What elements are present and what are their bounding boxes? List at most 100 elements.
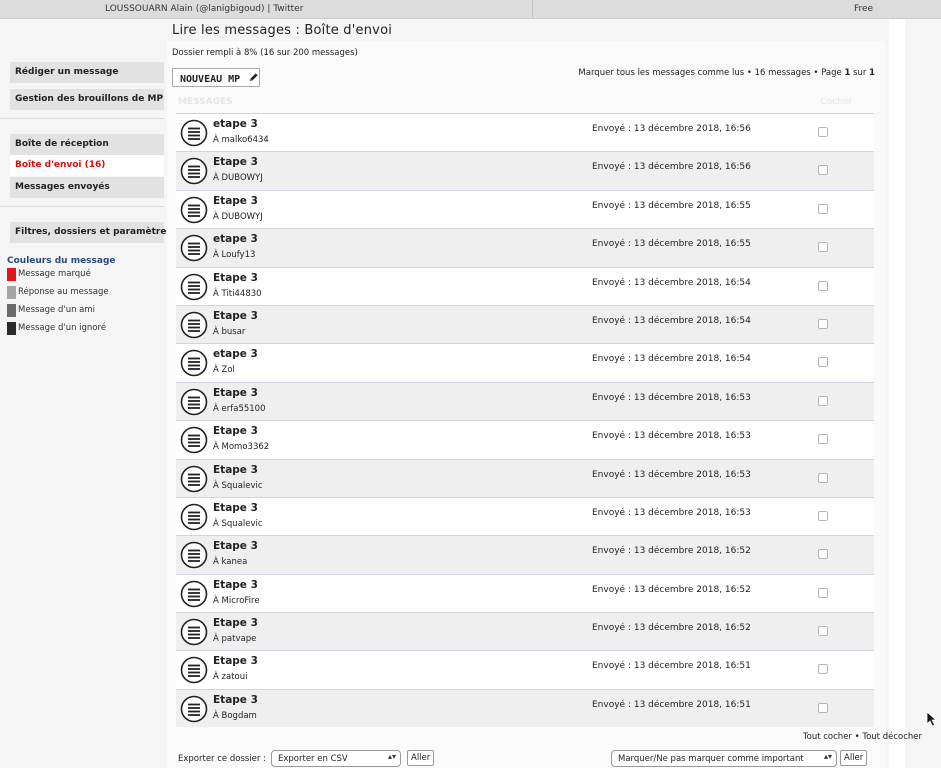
message-select-checkbox[interactable]	[818, 549, 828, 560]
message-date: Envoyé : 13 décembre 2018, 16:55	[592, 239, 751, 250]
message-select-checkbox[interactable]	[818, 280, 828, 291]
folder-fill-info: Dossier rempli à 8% (16 sur 200 messages…	[172, 48, 358, 58]
message-list: etape 3 À malko6434 Envoyé : 13 décembre 2…	[176, 113, 874, 728]
export-format-select[interactable]: Exporter en CSV ▴▾	[271, 750, 401, 767]
outbox-link[interactable]: Boîte d'envoi (16)	[10, 155, 164, 176]
message-recipient[interactable]: À Zol	[213, 365, 235, 375]
message-recipient[interactable]: À Squalevic	[213, 481, 263, 491]
inbox-link[interactable]: Boîte de réception	[10, 134, 164, 155]
message-select-checkbox[interactable]	[818, 127, 828, 137]
message-row[interactable]: Etape 3 À Squalevic Envoyé : 13 décembre 2…	[176, 496, 874, 536]
message-select-checkbox[interactable]	[818, 395, 828, 406]
legend-swatch	[7, 286, 16, 299]
uncheck-all-link[interactable]: Tout décocher	[862, 732, 922, 742]
message-row[interactable]: Etape 3 À MicroFire Envoyé : 13 décembre 2…	[176, 573, 874, 613]
message-recipient[interactable]: À erfa55100	[213, 404, 265, 414]
compose-message-link[interactable]: Rédiger un message	[10, 62, 164, 83]
message-subject-link[interactable]: etape 3	[213, 348, 258, 360]
check-all-link[interactable]: Tout cocher	[803, 732, 852, 742]
message-subject-link[interactable]: Etape 3	[213, 540, 258, 552]
legend-item: Message d'un ami	[7, 304, 152, 317]
message-subject-link[interactable]: Etape 3	[213, 617, 258, 629]
message-subject-link[interactable]: etape 3	[213, 118, 258, 130]
message-recipient[interactable]: À Squalevic	[213, 519, 263, 529]
message-recipient[interactable]: À Titi44830	[213, 289, 262, 299]
message-select-checkbox[interactable]	[818, 664, 828, 675]
message-row[interactable]: Etape 3 À Squalevic Envoyé : 13 décembre 2…	[176, 458, 874, 497]
message-subject-link[interactable]: Etape 3	[213, 387, 258, 399]
sent-messages-link[interactable]: Messages envoyés	[10, 177, 164, 198]
message-subject-link[interactable]: Etape 3	[213, 655, 258, 667]
message-row[interactable]: etape 3 À Zol Envoyé : 13 décembre 2018, 1…	[176, 343, 874, 382]
message-row[interactable]: Etape 3 À DUBOWYJ Envoyé : 13 décembre 201…	[176, 189, 874, 229]
message-row[interactable]: etape 3 À Loufy13 Envoyé : 13 décembre 201…	[176, 228, 874, 267]
message-select-checkbox[interactable]	[818, 587, 828, 598]
message-recipient[interactable]: À zatoui	[213, 672, 247, 682]
message-subject-link[interactable]: Etape 3	[213, 694, 258, 706]
message-subject-link[interactable]: Etape 3	[213, 425, 258, 437]
new-pm-button[interactable]: NOUVEAU MP	[172, 68, 260, 87]
message-subject-link[interactable]: Etape 3	[213, 156, 258, 168]
message-row[interactable]: Etape 3 À DUBOWYJ Envoyé : 13 décembre 201…	[176, 151, 874, 190]
mark-all-read-link[interactable]: Marquer tous les messages comme lus • 16…	[578, 68, 844, 78]
message-row[interactable]: Etape 3 À erfa55100 Envoyé : 13 décembre 2…	[176, 381, 874, 421]
message-unread-icon	[180, 158, 208, 185]
message-row[interactable]: Etape 3 À zatoui Envoyé : 13 décembre 2018…	[176, 650, 874, 689]
message-subject-link[interactable]: Etape 3	[213, 310, 258, 322]
mark-go-button[interactable]: Aller	[840, 750, 868, 766]
message-select-checkbox[interactable]	[818, 434, 828, 445]
message-recipient[interactable]: À kanea	[213, 557, 247, 567]
message-select-checkbox[interactable]	[818, 203, 828, 214]
message-recipient[interactable]: À Momo3362	[213, 442, 269, 452]
message-recipient[interactable]: À DUBOWYJ	[213, 173, 263, 183]
message-subject-link[interactable]: Etape 3	[213, 502, 258, 514]
message-select-checkbox[interactable]	[818, 626, 828, 637]
mark-important-select[interactable]: Marquer/Ne pas marquer comme important ▴…	[611, 750, 837, 767]
export-label: Exporter ce dossier :	[178, 754, 266, 764]
message-date: Envoyé : 13 décembre 2018, 16:51	[592, 661, 751, 672]
message-row[interactable]: Etape 3 À Momo3362 Envoyé : 13 décembre 20…	[176, 420, 874, 459]
message-select-checkbox[interactable]	[818, 510, 828, 521]
message-subject-link[interactable]: Etape 3	[213, 464, 258, 476]
message-select-checkbox[interactable]	[818, 357, 828, 368]
message-select-checkbox[interactable]	[818, 318, 828, 329]
message-select-checkbox[interactable]	[818, 702, 828, 713]
message-select-checkbox[interactable]	[818, 242, 828, 253]
message-unread-icon	[180, 119, 208, 147]
message-row[interactable]: Etape 3 À Titi44830 Envoyé : 13 décembre 2…	[176, 266, 874, 305]
message-recipient[interactable]: À DUBOWYJ	[213, 212, 263, 222]
legend-item: Réponse au message	[7, 286, 152, 299]
message-recipient[interactable]: À MicroFire	[213, 596, 260, 606]
legend-item: Message d'un ignoré	[7, 322, 152, 335]
message-recipient[interactable]: À Bogdam	[213, 711, 257, 721]
page-total: 1	[869, 68, 875, 78]
legend-swatch	[7, 304, 16, 317]
message-row[interactable]: Etape 3 À kanea Envoyé : 13 décembre 2018,…	[176, 535, 874, 574]
legend-label: Message marqué	[18, 269, 91, 279]
message-recipient[interactable]: À busar	[213, 327, 245, 337]
message-subject-link[interactable]: Etape 3	[213, 272, 258, 284]
legend-label: Réponse au message	[18, 287, 109, 297]
message-row[interactable]: Etape 3 À Bogdam Envoyé : 13 décembre 2018…	[176, 688, 874, 728]
mouse-cursor-icon	[926, 711, 938, 727]
message-row[interactable]: etape 3 À malko6434 Envoyé : 13 décembre 2…	[176, 113, 874, 152]
message-subject-link[interactable]: etape 3	[213, 233, 258, 245]
message-select-checkbox[interactable]	[818, 165, 828, 176]
message-select-checkbox[interactable]	[818, 472, 828, 483]
drafts-link[interactable]: Gestion des brouillons de MP	[10, 89, 164, 110]
pencil-icon	[250, 73, 258, 82]
message-row[interactable]: Etape 3 À busar Envoyé : 13 décembre 2018,…	[176, 304, 874, 344]
title-separator	[532, 0, 533, 19]
message-subject-link[interactable]: Etape 3	[213, 579, 258, 591]
message-date: Envoyé : 13 décembre 2018, 16:54	[592, 315, 751, 326]
message-recipient[interactable]: À malko6434	[213, 135, 269, 145]
export-go-button[interactable]: Aller	[407, 750, 435, 766]
filters-settings-link[interactable]: Filtres, dossiers et paramètres	[10, 222, 172, 243]
sidebar: Rédiger un message Gestion des brouillon…	[0, 19, 172, 768]
message-row[interactable]: Etape 3 À patvape Envoyé : 13 décembre 201…	[176, 612, 874, 651]
message-date: Envoyé : 13 décembre 2018, 16:54	[592, 354, 751, 365]
message-subject-link[interactable]: Etape 3	[213, 195, 258, 207]
message-recipient[interactable]: À Loufy13	[213, 250, 255, 260]
message-recipient[interactable]: À patvape	[213, 634, 256, 644]
page-title: Lire les messages : Boîte d'envoi	[172, 23, 393, 38]
